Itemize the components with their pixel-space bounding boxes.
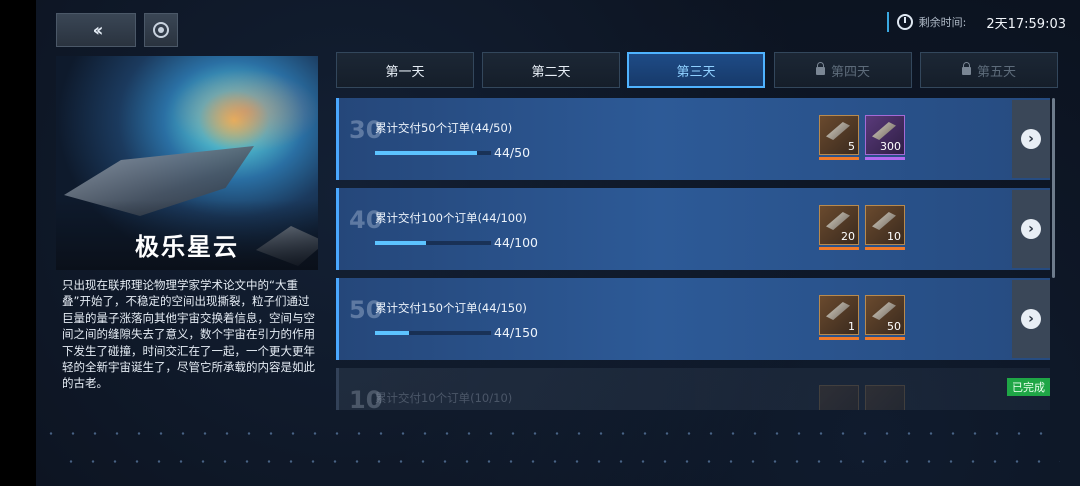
task-row: 40 累计交付100个订单(44/100) 44/100 20 10 › <box>336 188 1050 270</box>
reward-item[interactable]: 1 <box>819 295 859 340</box>
nebula <box>166 66 318 156</box>
tab-day-3[interactable]: 第三天 <box>627 52 765 88</box>
list-scrollbar[interactable] <box>1052 98 1055 278</box>
reward-item[interactable]: 10 <box>865 205 905 250</box>
chevron-right-icon: › <box>1021 129 1041 149</box>
reward-count: 300 <box>880 140 901 153</box>
task-list[interactable]: 30 累计交付50个订单(44/50) 44/50 5 300 › 40 累计交… <box>336 98 1054 410</box>
supply-box-icon <box>872 302 896 320</box>
chevron-right-icon: › <box>1021 219 1041 239</box>
left-black-bar <box>0 0 36 486</box>
task-title: 累计交付50个订单(44/50) <box>375 121 513 135</box>
blueprint-icon <box>872 212 896 230</box>
tab-label: 第一天 <box>385 64 425 80</box>
progress-bar <box>375 151 491 155</box>
progress-bar <box>375 241 491 245</box>
decor-dots <box>40 432 1060 435</box>
task-title: 累计交付150个订单(44/150) <box>375 301 527 315</box>
timer-value: 2天17:59:03 <box>986 16 1066 32</box>
reward-count: 50 <box>887 320 901 333</box>
reward-count: 1 <box>848 320 855 333</box>
remaining-time: 剩余时间: 2天17:59:03 <box>886 12 1066 32</box>
completed-badge: 已完成 <box>1007 378 1050 396</box>
go-button[interactable]: › <box>1012 190 1050 268</box>
task-row: 50 累计交付150个订单(44/150) 44/150 1 50 › <box>336 278 1050 360</box>
progress-fill <box>375 241 427 245</box>
timer-divider <box>886 12 889 32</box>
stage-description: 只出现在联邦理论物理学家学术论文中的“大重叠”开始了，不稳定的空间出现撕裂，粒子… <box>62 278 315 391</box>
tab-day-1[interactable]: 第一天 <box>336 52 474 88</box>
reward-count: 5 <box>848 140 855 153</box>
tab-day-2[interactable]: 第二天 <box>482 52 620 88</box>
home-button[interactable] <box>144 13 178 47</box>
task-row: 30 累计交付50个订单(44/50) 44/50 5 300 › <box>336 98 1050 180</box>
stopwatch-icon <box>896 14 913 30</box>
task-title: 累计交付100个订单(44/100) <box>375 211 527 225</box>
reward-item <box>865 385 905 410</box>
decor-dots <box>60 460 1060 463</box>
ore-icon <box>872 122 896 140</box>
go-button[interactable]: › <box>1012 280 1050 358</box>
progress-text: 44/100 <box>494 235 538 250</box>
tab-label: 第五天 <box>976 64 1016 80</box>
double-chevron-left-icon: ‹‹ <box>92 19 104 41</box>
cannon-icon <box>826 302 850 320</box>
reward-item[interactable]: 20 <box>819 205 859 250</box>
stage-artwork: 极乐星云 <box>56 56 318 270</box>
reward-item[interactable]: 300 <box>865 115 905 160</box>
lock-icon <box>815 62 825 75</box>
reward-count: 10 <box>887 230 901 243</box>
tab-label: 第二天 <box>531 64 571 80</box>
progress-bar <box>375 331 491 335</box>
lock-icon <box>961 62 971 75</box>
reward-item[interactable]: 5 <box>819 115 859 160</box>
timer-label: 剩余时间: <box>918 16 967 29</box>
reward-count: 20 <box>841 230 855 243</box>
chevron-right-icon: › <box>1021 309 1041 329</box>
back-button[interactable]: ‹‹ <box>56 13 136 47</box>
weapon-icon <box>826 122 850 140</box>
progress-fill <box>375 151 478 155</box>
stage-name: 极乐星云 <box>135 233 239 261</box>
progress-fill <box>375 331 409 335</box>
task-row-completed: 10 累计交付10个订单(10/10) <box>336 368 1050 410</box>
tab-day-5[interactable]: 第五天 <box>920 52 1058 88</box>
progress-text: 44/50 <box>494 145 531 160</box>
task-title: 累计交付10个订单(10/10) <box>375 391 513 405</box>
gear-crate-icon <box>826 212 850 230</box>
tab-label: 第三天 <box>676 64 716 80</box>
tab-label: 第四天 <box>830 64 870 80</box>
ring-icon <box>153 22 169 38</box>
reward-item <box>819 385 859 410</box>
progress-text: 44/150 <box>494 325 538 340</box>
reward-item[interactable]: 50 <box>865 295 905 340</box>
go-button[interactable]: › <box>1012 100 1050 178</box>
tab-day-4[interactable]: 第四天 <box>774 52 912 88</box>
